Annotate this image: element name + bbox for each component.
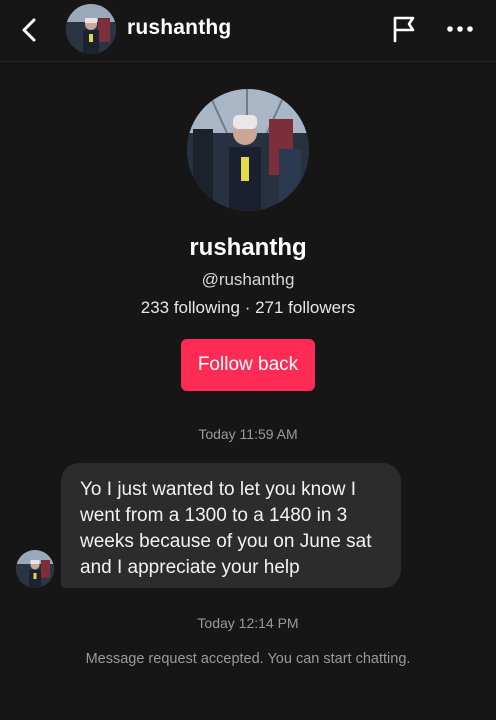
system-notice: Message request accepted. You can start … (85, 651, 411, 667)
profile-handle: @rushanthg (201, 270, 295, 289)
header-username[interactable]: rushanthg (127, 16, 231, 40)
more-options-button[interactable] (442, 13, 478, 45)
profile-name: rushanthg (189, 234, 307, 261)
header-avatar[interactable] (66, 4, 116, 54)
report-button[interactable] (388, 13, 420, 45)
message-bubble[interactable]: Yo I just wanted to let you know I went … (61, 463, 401, 588)
more-horizontal-icon (447, 26, 473, 32)
message-timestamp: Today 12:14 PM (197, 615, 299, 631)
chevron-left-icon (22, 18, 36, 42)
profile-stats: 233 following · 271 followers (140, 298, 356, 317)
profile-avatar[interactable] (187, 89, 309, 211)
follow-back-button[interactable]: Follow back (181, 339, 315, 391)
back-button[interactable] (14, 14, 46, 46)
message-timestamp: Today 11:59 AM (198, 426, 298, 442)
sender-avatar[interactable] (16, 550, 54, 588)
chat-header: rushanthg (0, 0, 496, 62)
flag-icon (393, 16, 415, 43)
chat-screen: rushanthg rushanthg @rushanthg 233 follo… (0, 0, 496, 720)
